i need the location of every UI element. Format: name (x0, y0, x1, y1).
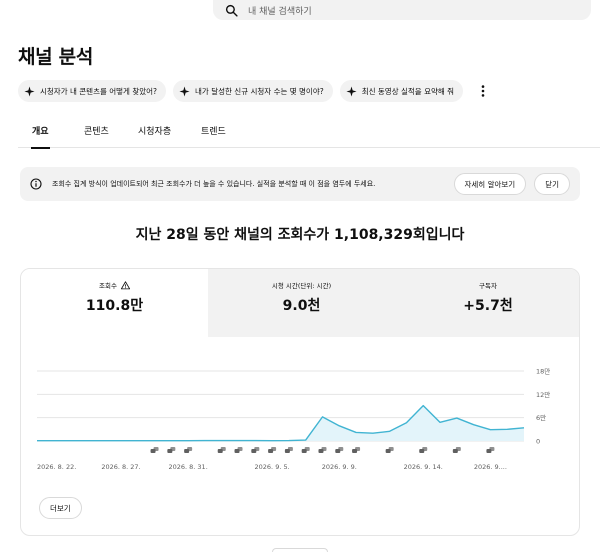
views-chart: 18만 12만 6만 0 2026. 8. 22. 2026. 8. 27. 2026. 8… (37, 367, 550, 471)
metric-value: 9.0천 (282, 298, 321, 314)
search-icon (225, 4, 238, 17)
upload-video-icon (184, 447, 193, 453)
upload-video-icon (234, 447, 243, 453)
views-area (37, 405, 524, 441)
metric-value: +5.7천 (463, 298, 513, 314)
metric-value: 110.8만 (85, 298, 144, 314)
metric-tab-subscribers[interactable]: 구독자 +5.7천 (395, 269, 579, 337)
x-tick-label: 2026. 8. 31. (168, 463, 207, 471)
upload-video-icon (486, 447, 495, 453)
metric-label: 시청 시간(단위: 시간) (271, 282, 332, 290)
upload-video-icon (268, 447, 277, 453)
upload-video-icon (150, 447, 159, 453)
tab-audience[interactable]: 시청자층 (138, 124, 171, 148)
x-tick-label: 2026. 9. 9. (322, 463, 357, 471)
suggestion-chip-traffic[interactable]: 시청자가 내 콘텐츠를 어떻게 찾았어? (18, 80, 167, 102)
more-vert-icon (481, 85, 485, 97)
metric-label: 구독자 (479, 282, 497, 290)
search-placeholder: 내 채널 검색하기 (248, 6, 312, 17)
tab-bar: 개요 콘텐츠 시청자층 트렌드 (18, 124, 600, 149)
sparkle-icon (346, 85, 357, 97)
y-tick-label: 18만 (536, 367, 550, 376)
upload-video-icon (301, 447, 310, 453)
metric-tab-views[interactable]: 조회수 110.8만 (21, 269, 208, 337)
see-more-button[interactable]: 더보기 (39, 497, 82, 519)
upload-video-icon (167, 447, 176, 453)
upload-video-icon (318, 447, 327, 453)
x-tick-label: 2026. 9. 14. (404, 463, 443, 471)
warning-icon (120, 280, 130, 289)
metric-tab-watch-time[interactable]: 시청 시간(단위: 시간) 9.0천 (208, 269, 395, 337)
chip-label: 시청자가 내 콘텐츠를 어떻게 찾았어? (40, 86, 158, 96)
suggestion-chip-new-viewers[interactable]: 내가 달성한 신규 시청자 수는 몇 명이야? (173, 80, 333, 102)
x-tick-label: 2026. 8. 22. (37, 463, 76, 471)
more-options-button[interactable] (472, 80, 494, 102)
tab-trends[interactable]: 트렌드 (201, 124, 226, 148)
x-tick-label: 2026. 8. 27. (101, 463, 140, 471)
notice-message: 조회수 집계 방식이 업데이트되어 최근 조회수가 더 높을 수 있습니다. 실… (52, 180, 376, 188)
x-tick-label: 2026. 9. 5. (255, 463, 290, 471)
close-button[interactable]: 닫기 (534, 173, 570, 195)
upload-video-icon (419, 447, 428, 453)
analytics-card: 조회수 110.8만 시청 시간(단위: 시간) 9.0천 구독자 +5.7천 … (20, 268, 580, 536)
search-input[interactable]: 내 채널 검색하기 (213, 0, 591, 20)
chip-label: 내가 달성한 신규 시청자 수는 몇 명이야? (195, 86, 324, 96)
metric-label: 조회수 (99, 282, 117, 290)
tab-overview[interactable]: 개요 (31, 124, 50, 149)
page-title: 채널 분석 (18, 46, 94, 68)
y-tick-label: 12만 (536, 390, 550, 399)
upload-video-icon (217, 447, 226, 453)
x-tick-label: 2026. 9.... (474, 463, 507, 471)
y-tick-label: 6만 (536, 413, 546, 422)
info-icon (30, 178, 42, 190)
views-summary-headline: 지난 28일 동안 채널의 조회수가 1,108,329회입니다 (135, 227, 465, 243)
suggestion-chip-latest-video[interactable]: 최신 동영상 실적을 요약해 줘 (339, 80, 464, 102)
upload-video-icon (352, 447, 361, 453)
upload-video-icon (335, 447, 344, 453)
upload-video-icon (251, 447, 260, 453)
upload-video-icon (385, 447, 394, 453)
sparkle-icon (179, 85, 190, 97)
upload-video-icon (452, 447, 461, 453)
tab-content[interactable]: 콘텐츠 (84, 124, 109, 148)
sparkle-icon (24, 85, 35, 97)
suggestion-chips: 시청자가 내 콘텐츠를 어떻게 찾았어? 내가 달성한 신규 시청자 수는 몇 … (18, 80, 494, 102)
y-tick-label: 0 (536, 438, 540, 446)
upload-video-icon (284, 447, 293, 453)
learn-more-button[interactable]: 자세히 알아보기 (453, 173, 527, 195)
bottom-button-stub (272, 548, 328, 552)
notice-banner: 조회수 집계 방식이 업데이트되어 최근 조회수가 더 높을 수 있습니다. 실… (20, 167, 580, 201)
chip-label: 최신 동영상 실적을 요약해 줘 (361, 86, 455, 96)
